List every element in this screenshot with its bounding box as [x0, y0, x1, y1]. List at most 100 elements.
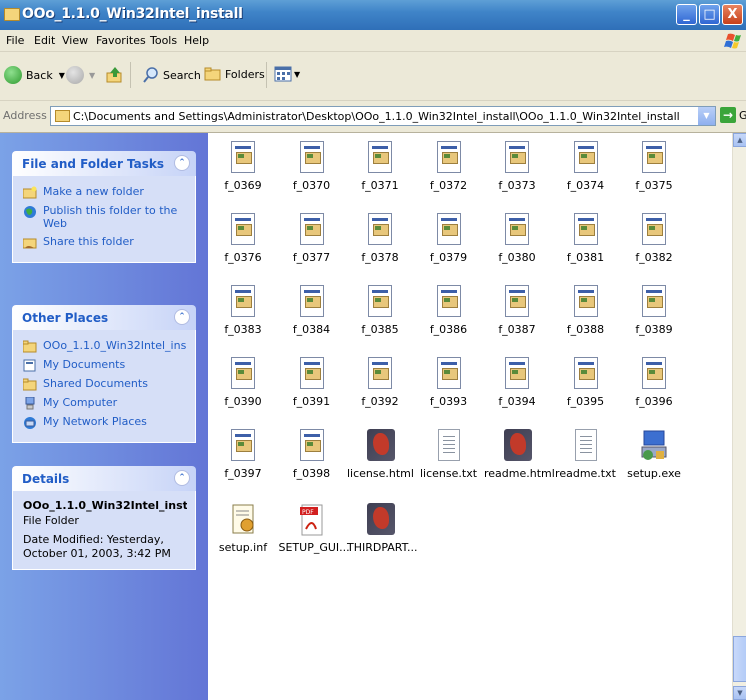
image-file-icon — [227, 213, 259, 247]
file-item[interactable]: f_0381 — [553, 213, 619, 264]
panel-header[interactable]: Details ⌃ — [12, 466, 196, 491]
image-file-icon — [296, 141, 328, 175]
file-item[interactable]: f_0384 — [279, 285, 345, 336]
up-folder-button[interactable] — [106, 66, 124, 84]
file-item[interactable]: f_0383 — [210, 285, 276, 336]
place-my-documents[interactable]: My Documents — [23, 358, 187, 372]
menu-tools[interactable]: Tools — [150, 34, 177, 47]
file-item[interactable]: f_0370 — [279, 141, 345, 192]
image-file-icon — [501, 213, 533, 247]
windows-logo-icon — [724, 33, 741, 49]
go-button[interactable]: → Go — [720, 107, 746, 123]
folders-button[interactable]: Folders — [204, 66, 265, 82]
minimize-button[interactable]: _ — [676, 4, 697, 25]
maximize-button[interactable]: □ — [699, 4, 720, 25]
collapse-chevron-icon[interactable]: ⌃ — [174, 309, 190, 325]
place-label: OOo_1.1.0_Win32Intel_ins — [43, 339, 187, 352]
file-name-label: f_0384 — [292, 323, 331, 336]
image-file-icon — [364, 285, 396, 319]
file-item[interactable]: f_0377 — [279, 213, 345, 264]
my-documents-icon — [23, 359, 36, 372]
place-shared-documents[interactable]: Shared Documents — [23, 377, 187, 391]
file-name-label: f_0383 — [224, 323, 262, 336]
task-make-new-folder[interactable]: Make a new folder — [23, 185, 187, 199]
file-item[interactable]: f_0389 — [621, 285, 687, 336]
html-file-icon — [501, 429, 533, 463]
menu-edit[interactable]: Edit — [34, 34, 55, 47]
file-item[interactable]: readme.txt — [553, 429, 619, 480]
file-item[interactable]: f_0394 — [484, 357, 550, 408]
file-item[interactable]: f_0393 — [416, 357, 482, 408]
back-button[interactable]: Back ▼ — [4, 66, 65, 84]
toolbar-separator — [130, 62, 131, 88]
file-item[interactable]: f_0387 — [484, 285, 550, 336]
file-item[interactable]: f_0374 — [553, 141, 619, 192]
search-button[interactable]: Search — [142, 66, 201, 84]
menu-view[interactable]: View — [62, 34, 88, 47]
address-input[interactable]: C:\Documents and Settings\Administrator\… — [50, 106, 716, 126]
place-network-places[interactable]: My Network Places — [23, 415, 187, 429]
scroll-up-button[interactable]: ▲ — [733, 133, 746, 147]
file-item[interactable]: f_0369 — [210, 141, 276, 192]
file-item[interactable]: f_0378 — [347, 213, 413, 264]
file-item[interactable]: PDF SETUP_GUI... — [279, 503, 350, 554]
file-item[interactable]: license.html — [347, 429, 414, 480]
task-label: Publish this folder to the Web — [43, 204, 178, 230]
task-publish-to-web[interactable]: Publish this folder to the Web — [23, 204, 187, 230]
title-bar[interactable]: OOo_1.1.0_Win32Intel_install _ □ X — [0, 0, 746, 30]
file-item[interactable]: f_0396 — [621, 357, 687, 408]
scroll-down-button[interactable]: ▼ — [733, 686, 746, 700]
views-button[interactable]: ▼ — [274, 66, 300, 82]
panel-header[interactable]: File and Folder Tasks ⌃ — [12, 151, 196, 176]
image-file-icon — [296, 213, 328, 247]
file-item[interactable]: f_0390 — [210, 357, 276, 408]
file-item[interactable]: f_0388 — [553, 285, 619, 336]
menu-file[interactable]: File — [6, 34, 24, 47]
scroll-thumb[interactable] — [733, 636, 746, 682]
file-name-label: f_0374 — [566, 179, 605, 192]
pdf-file-icon: PDF — [296, 503, 328, 537]
collapse-chevron-icon[interactable]: ⌃ — [174, 155, 190, 171]
file-item[interactable]: f_0391 — [279, 357, 345, 408]
file-item[interactable]: license.txt — [416, 429, 482, 480]
file-item[interactable]: f_0371 — [347, 141, 413, 192]
chevron-down-icon: ▼ — [89, 70, 96, 80]
file-name-label: f_0387 — [498, 323, 536, 336]
image-file-icon — [501, 357, 533, 391]
file-item[interactable]: THIRDPART... — [347, 503, 418, 554]
vertical-scrollbar[interactable]: ▲ ▼ — [732, 133, 746, 700]
task-share-folder[interactable]: Share this folder — [23, 235, 187, 249]
file-item[interactable]: f_0376 — [210, 213, 276, 264]
file-item[interactable]: f_0372 — [416, 141, 482, 192]
file-item[interactable]: setup.inf — [210, 503, 276, 554]
file-name-label: f_0389 — [635, 323, 673, 336]
address-dropdown-button[interactable]: ▼ — [697, 107, 715, 125]
file-name-label: f_0396 — [635, 395, 673, 408]
close-button[interactable]: X — [722, 4, 743, 25]
folder-icon — [4, 8, 20, 21]
menu-help[interactable]: Help — [184, 34, 209, 47]
menu-favorites[interactable]: Favorites — [96, 34, 146, 47]
file-item[interactable]: f_0392 — [347, 357, 413, 408]
file-item[interactable]: f_0398 — [279, 429, 345, 480]
file-item[interactable]: f_0395 — [553, 357, 619, 408]
file-item[interactable]: readme.html — [484, 429, 555, 480]
collapse-chevron-icon[interactable]: ⌃ — [174, 470, 190, 486]
image-file-icon — [570, 285, 602, 319]
place-parent-folder[interactable]: OOo_1.1.0_Win32Intel_ins — [23, 339, 187, 353]
image-file-icon — [227, 429, 259, 463]
file-item[interactable]: f_0380 — [484, 213, 550, 264]
file-item[interactable]: f_0386 — [416, 285, 482, 336]
forward-button[interactable]: ▼ — [66, 66, 95, 84]
file-item[interactable]: setup.exe — [621, 429, 687, 480]
file-item[interactable]: f_0375 — [621, 141, 687, 192]
panel-header[interactable]: Other Places ⌃ — [12, 305, 196, 330]
file-item[interactable]: f_0385 — [347, 285, 413, 336]
image-file-icon — [433, 285, 465, 319]
file-item[interactable]: f_0382 — [621, 213, 687, 264]
file-item[interactable]: f_0373 — [484, 141, 550, 192]
file-name-label: license.txt — [419, 467, 478, 480]
file-item[interactable]: f_0379 — [416, 213, 482, 264]
place-my-computer[interactable]: My Computer — [23, 396, 187, 410]
file-item[interactable]: f_0397 — [210, 429, 276, 480]
